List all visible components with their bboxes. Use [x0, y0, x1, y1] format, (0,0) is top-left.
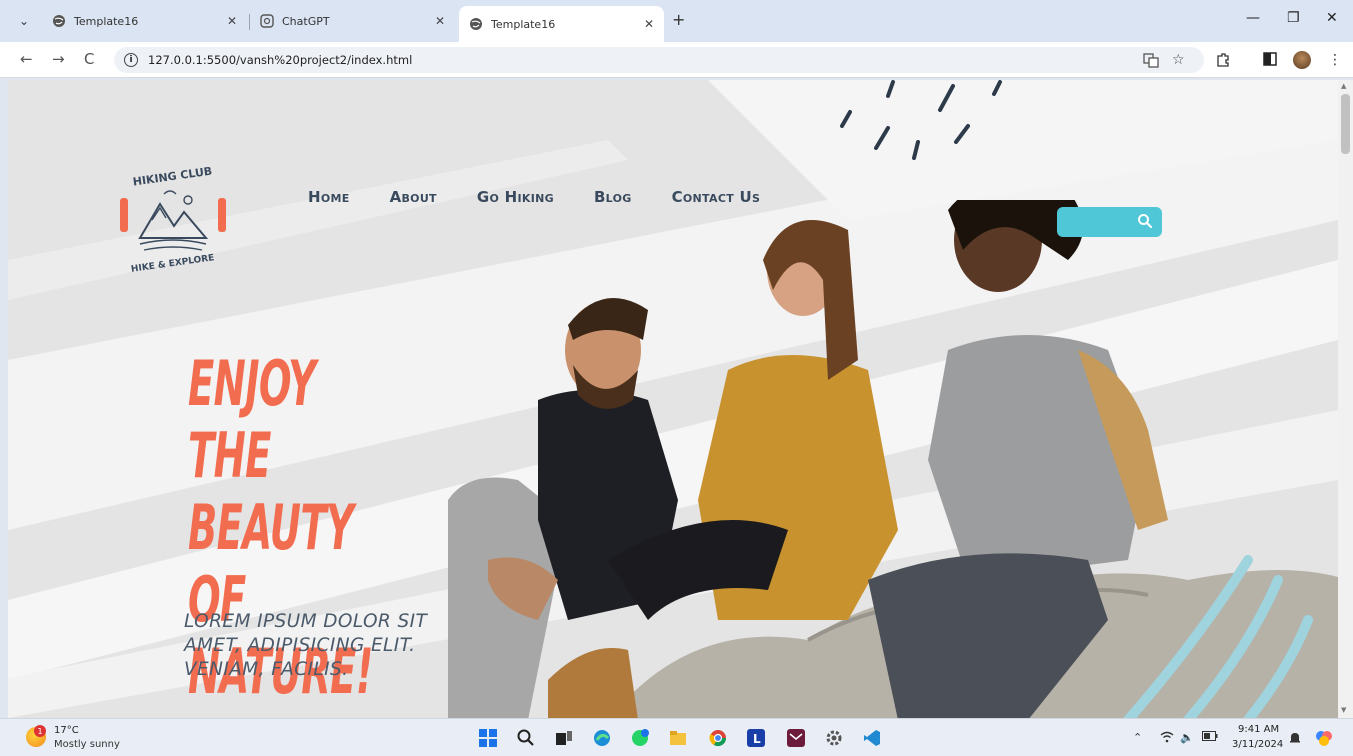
site-info-icon[interactable]: i: [124, 53, 138, 67]
main-nav: Home About Go Hiking Blog Contact Us: [308, 188, 760, 206]
tab-chatgpt[interactable]: ChatGPT ✕: [250, 6, 455, 36]
clock-date[interactable]: 3/11/2024: [1232, 739, 1283, 750]
search-icon[interactable]: [1137, 213, 1153, 229]
address-bar: ← → C i 127.0.0.1:5500/vansh%20project2/…: [0, 42, 1353, 78]
window-close-icon[interactable]: ✕: [1326, 10, 1338, 26]
extensions-icon[interactable]: [1215, 52, 1231, 72]
close-icon[interactable]: ✕: [644, 17, 654, 31]
chatgpt-icon: [260, 14, 274, 28]
close-icon[interactable]: ✕: [435, 14, 445, 28]
weather-desc: Mostly sunny: [54, 739, 120, 750]
hero-subtitle: LOREM IPSUM DOLOR SIT AMET, ADIPISICING …: [184, 611, 428, 680]
globe-icon: [52, 14, 66, 28]
notification-bell-icon[interactable]: [1288, 731, 1302, 748]
scroll-up-arrow-icon[interactable]: ▲: [1341, 82, 1346, 90]
search-box: [1057, 207, 1162, 237]
scroll-thumb[interactable]: [1341, 94, 1350, 154]
bookmark-star-icon[interactable]: ☆: [1172, 52, 1185, 68]
mail-app-icon[interactable]: [786, 728, 806, 748]
weather-badge: 1: [34, 725, 46, 737]
browser-tab-bar: ⌄ Template16 ✕ ChatGPT ✕ Template16 ✕ + …: [0, 0, 1353, 42]
tab-label: Template16: [74, 14, 139, 28]
file-explorer-icon[interactable]: [668, 728, 688, 748]
profile-avatar[interactable]: [1293, 51, 1311, 69]
page-scrollbar[interactable]: ▲ ▼: [1338, 80, 1353, 718]
copilot-icon[interactable]: [1314, 728, 1334, 748]
page-viewport: HIKING CLUB HIKE & EXPLORE Home About Go…: [8, 80, 1338, 718]
tab-label: ChatGPT: [282, 14, 330, 28]
logo-top-text: HIKING CLUB: [132, 165, 213, 189]
weather-temp: 17°C: [54, 725, 79, 736]
tab-search-chevron-icon[interactable]: ⌄: [12, 10, 36, 32]
globe-icon: [469, 17, 483, 31]
clock-time[interactable]: 9:41 AM: [1238, 724, 1279, 735]
hikers-photo: [448, 200, 1338, 718]
scroll-down-arrow-icon[interactable]: ▼: [1341, 706, 1346, 714]
nav-blog[interactable]: Blog: [594, 188, 632, 206]
back-arrow-icon[interactable]: ←: [20, 50, 33, 68]
taskbar-search-icon[interactable]: [516, 728, 536, 748]
edge-icon[interactable]: [592, 728, 612, 748]
tab-label: Template16: [491, 17, 556, 31]
hero-title-line: ENJOY THE: [188, 347, 316, 492]
minimize-icon[interactable]: —: [1246, 10, 1260, 26]
nav-home[interactable]: Home: [308, 188, 350, 206]
reload-icon[interactable]: C: [84, 50, 94, 68]
nav-about[interactable]: About: [390, 188, 437, 206]
search-input[interactable]: [1063, 212, 1133, 232]
url-text: 127.0.0.1:5500/vansh%20project2/index.ht…: [148, 53, 413, 67]
restore-icon[interactable]: ❐: [1287, 10, 1300, 26]
tab-template16-active[interactable]: Template16 ✕: [459, 6, 664, 42]
whatsapp-icon[interactable]: [630, 728, 650, 748]
app-l-icon[interactable]: L: [746, 728, 766, 748]
kebab-menu-icon[interactable]: ⋮: [1328, 52, 1342, 68]
forward-arrow-icon[interactable]: →: [52, 50, 65, 68]
hiking-club-logo: HIKING CLUB HIKE & EXPLORE: [120, 165, 226, 272]
tab-template16-first[interactable]: Template16 ✕: [42, 6, 247, 36]
wifi-icon[interactable]: [1160, 731, 1174, 746]
close-icon[interactable]: ✕: [227, 14, 237, 28]
windows-start-icon[interactable]: [478, 728, 498, 748]
battery-icon[interactable]: [1202, 731, 1218, 744]
nav-go-hiking[interactable]: Go Hiking: [477, 188, 554, 206]
windows-taskbar: 1 17°C Mostly sunny L ⌃ 🔈 9:41 AM 3/11/2…: [0, 718, 1353, 756]
nav-contact-us[interactable]: Contact Us: [672, 188, 761, 206]
decorative-dashes: [840, 80, 1002, 160]
side-panel-icon[interactable]: [1263, 52, 1277, 70]
tray-chevron-up-icon[interactable]: ⌃: [1133, 731, 1142, 744]
vscode-icon[interactable]: [862, 728, 882, 748]
logo-bottom-text: HIKE & EXPLORE: [130, 253, 215, 272]
chrome-icon[interactable]: [708, 728, 728, 748]
translate-icon[interactable]: [1143, 52, 1159, 72]
volume-muted-icon[interactable]: 🔈: [1180, 731, 1194, 744]
url-input[interactable]: i 127.0.0.1:5500/vansh%20project2/index.…: [114, 47, 1204, 73]
svg-text:L: L: [753, 732, 761, 746]
task-view-icon[interactable]: [554, 728, 574, 748]
new-tab-plus-icon[interactable]: +: [672, 10, 685, 29]
settings-gear-icon[interactable]: [824, 728, 844, 748]
